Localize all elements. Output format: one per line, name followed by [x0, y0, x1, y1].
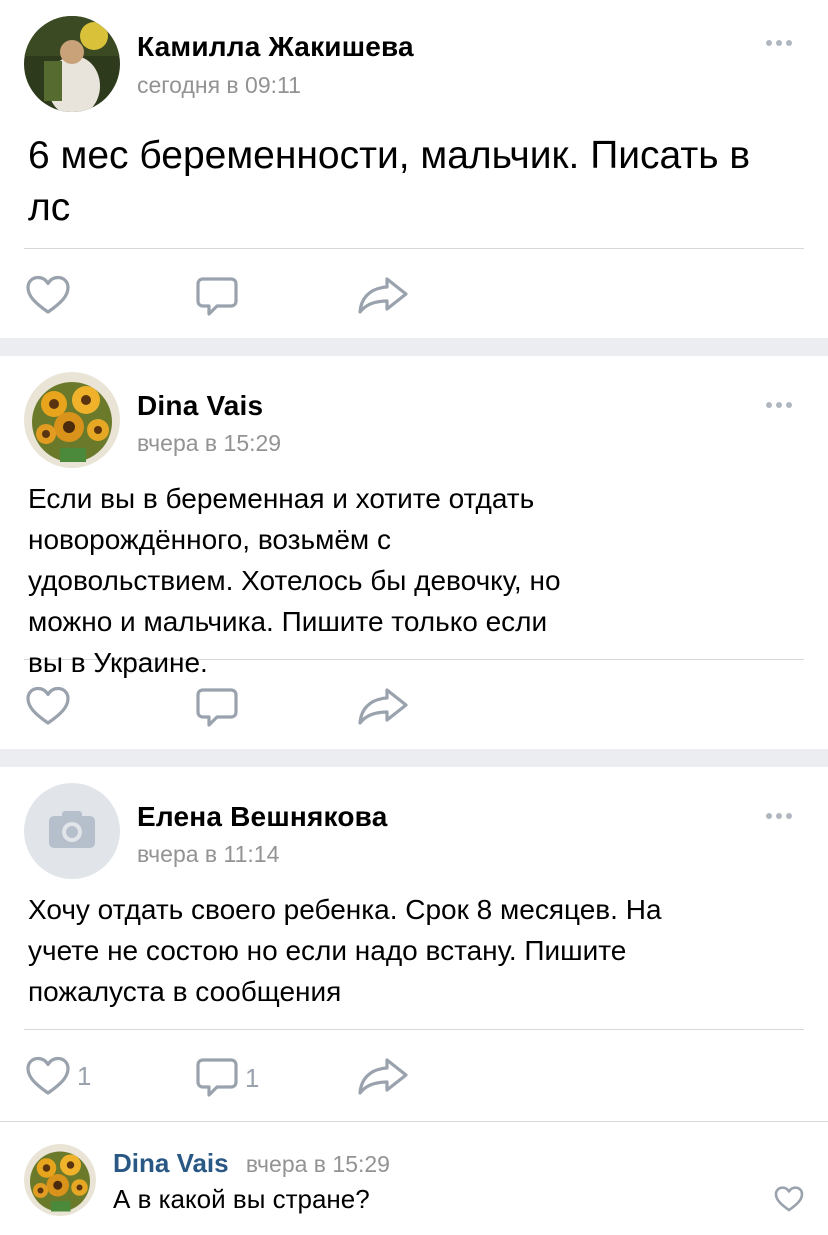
- camera-icon: [49, 811, 95, 848]
- section-separator: [0, 749, 828, 767]
- like-count: 1: [77, 1060, 92, 1091]
- post-header: Елена Вешнякова вчера в 11:14: [0, 767, 828, 879]
- comment: Dina Vais вчера в 15:29 А в какой вы стр…: [0, 1122, 828, 1232]
- comment-icon: [196, 1058, 238, 1097]
- comment-count: 1: [245, 1062, 260, 1093]
- comment-icon: [196, 688, 238, 727]
- author-name[interactable]: Dina Vais: [137, 390, 263, 422]
- post-actions: [0, 660, 828, 748]
- avatar[interactable]: [24, 16, 120, 112]
- like-button[interactable]: [25, 275, 77, 315]
- more-options-icon[interactable]: [766, 813, 792, 819]
- comment-button[interactable]: 1: [195, 1056, 259, 1100]
- post-time: сегодня в 09:11: [137, 72, 301, 98]
- avatar[interactable]: [24, 783, 120, 879]
- post-2: Dina Vais вчера в 15:29 Если вы в береме…: [0, 356, 828, 749]
- share-icon: [358, 277, 408, 314]
- heart-icon: [26, 275, 70, 314]
- heart-icon: [26, 1056, 70, 1095]
- post-header: Dina Vais вчера в 15:29: [0, 356, 828, 468]
- post-actions: [0, 249, 828, 337]
- comment-button[interactable]: [195, 686, 245, 730]
- share-icon: [358, 1058, 408, 1095]
- comment-author[interactable]: Dina Vais вчера в 15:29: [113, 1148, 390, 1179]
- comment-icon: [196, 277, 238, 316]
- post-3: Елена Вешнякова вчера в 11:14 Хочу отдат…: [0, 767, 828, 1121]
- post-time: вчера в 15:29: [137, 430, 282, 456]
- share-button[interactable]: [357, 1056, 409, 1096]
- author-name[interactable]: Елена Вешнякова: [137, 801, 387, 833]
- post-text: Если вы в беременная и хотите отдать нов…: [28, 483, 561, 678]
- share-button[interactable]: [357, 686, 409, 726]
- comment-author-name[interactable]: Dina Vais: [113, 1148, 229, 1178]
- heart-icon: [26, 686, 70, 725]
- comment-text: А в какой вы стране?: [113, 1184, 370, 1214]
- like-button[interactable]: 1: [25, 1056, 91, 1096]
- share-icon: [358, 688, 408, 725]
- heart-icon: [774, 1186, 804, 1212]
- post-text: 6 мес беременности, мальчик. Писать в лс: [28, 134, 751, 229]
- comment-avatar[interactable]: [24, 1144, 96, 1216]
- comment-like-button[interactable]: [774, 1186, 804, 1217]
- post-header: Камилла Жакишева сегодня в 09:11: [0, 0, 828, 112]
- like-button[interactable]: [25, 686, 77, 726]
- avatar[interactable]: [24, 372, 120, 468]
- more-options-icon[interactable]: [766, 402, 792, 408]
- post-time: вчера в 11:14: [137, 841, 280, 867]
- post-1: Камилла Жакишева сегодня в 09:11 6 мес б…: [0, 0, 828, 338]
- more-options-icon[interactable]: [766, 40, 792, 46]
- comment-time: вчера в 15:29: [245, 1151, 390, 1177]
- author-name[interactable]: Камилла Жакишева: [137, 31, 414, 63]
- post-actions: 1 1: [0, 1030, 828, 1118]
- section-separator: [0, 338, 828, 356]
- share-button[interactable]: [357, 275, 409, 315]
- post-text: Хочу отдать своего ребенка. Срок 8 месяц…: [28, 894, 662, 1007]
- comment-button[interactable]: [195, 275, 245, 319]
